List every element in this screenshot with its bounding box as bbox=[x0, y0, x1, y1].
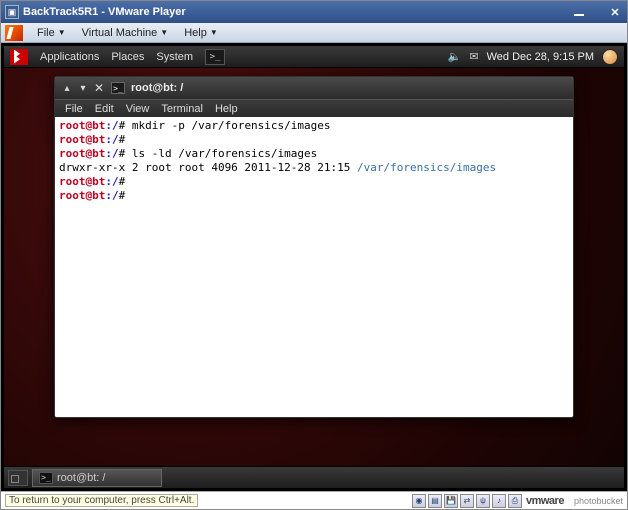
terminal-close-icon[interactable]: ✕ bbox=[91, 81, 107, 95]
gnome-bottom-panel: >_ root@bt: / bbox=[4, 466, 624, 488]
device-hdd-icon[interactable]: ▤ bbox=[428, 494, 442, 508]
vmware-window: ▣ BackTrack5R1 - VMware Player ✕ File▼ V… bbox=[0, 0, 628, 510]
hint-tooltip: To return to your computer, press Ctrl+A… bbox=[5, 494, 198, 507]
device-network-icon[interactable]: ⇄ bbox=[460, 494, 474, 508]
user-icon[interactable] bbox=[602, 49, 618, 65]
clock[interactable]: Wed Dec 28, 9:15 PM bbox=[487, 51, 594, 63]
terminal-menu-dropdown-icon[interactable]: ▴ bbox=[59, 81, 75, 95]
prompt-path: :/ bbox=[105, 119, 118, 132]
terminal-output-path: /var/forensics/images bbox=[357, 161, 496, 174]
show-desktop-icon[interactable] bbox=[8, 470, 28, 486]
guest-viewport: Applications Places System >_ 🔈 ✉ Wed De… bbox=[1, 43, 627, 491]
vmware-titlebar[interactable]: ▣ BackTrack5R1 - VMware Player ✕ bbox=[1, 1, 627, 23]
terminal-icon: >_ bbox=[39, 472, 53, 484]
device-printer-icon[interactable]: ⎙ bbox=[508, 494, 522, 508]
panel-system[interactable]: System bbox=[150, 51, 199, 63]
prompt-path: :/ bbox=[105, 175, 118, 188]
menu-help-label: Help bbox=[184, 27, 207, 39]
vmware-title: BackTrack5R1 - VMware Player bbox=[23, 6, 186, 18]
close-button[interactable]: ✕ bbox=[607, 5, 623, 19]
prompt-user: root@bt bbox=[59, 175, 105, 188]
panel-places[interactable]: Places bbox=[105, 51, 150, 63]
terminal-menu-terminal[interactable]: Terminal bbox=[155, 103, 209, 115]
panel-applications[interactable]: Applications bbox=[34, 51, 105, 63]
terminal-cmd: # mkdir -p /var/forensics/images bbox=[119, 119, 331, 132]
prompt-path: :/ bbox=[105, 133, 118, 146]
vmware-brand-label: vmware bbox=[522, 495, 568, 507]
device-floppy-icon[interactable]: 💾 bbox=[444, 494, 458, 508]
prompt-user: root@bt bbox=[59, 147, 105, 160]
prompt-user: root@bt bbox=[59, 119, 105, 132]
menu-file-label: File bbox=[37, 27, 55, 39]
terminal-menu-help[interactable]: Help bbox=[209, 103, 244, 115]
terminal-cmd: # ls -ld /var/forensics/images bbox=[119, 147, 318, 160]
photobucket-watermark: photobucket bbox=[568, 496, 623, 506]
menu-vm-label: Virtual Machine bbox=[82, 27, 158, 39]
terminal-cmd: # bbox=[119, 133, 126, 146]
menu-file[interactable]: File▼ bbox=[29, 27, 74, 39]
prompt-user: root@bt bbox=[59, 189, 105, 202]
vmware-player-logo-icon[interactable] bbox=[5, 25, 23, 41]
menu-virtual-machine[interactable]: Virtual Machine▼ bbox=[74, 27, 177, 39]
desktop[interactable]: << back | track 5 ▴ ▾ ✕ >_ root@bt: / Fi… bbox=[4, 68, 624, 466]
device-cd-icon[interactable]: ◉ bbox=[412, 494, 426, 508]
mail-icon[interactable]: ✉ bbox=[469, 50, 478, 63]
vmware-menubar: File▼ Virtual Machine▼ Help▼ bbox=[1, 23, 627, 43]
terminal-title: root@bt: / bbox=[129, 82, 183, 94]
terminal-cmd: # bbox=[119, 189, 126, 202]
volume-icon[interactable]: 🔈 bbox=[448, 50, 462, 63]
terminal-output: drwxr-xr-x 2 root root 4096 2011-12-28 2… bbox=[59, 161, 357, 174]
terminal-cmd: # bbox=[119, 175, 126, 188]
system-tray: 🔈 ✉ Wed Dec 28, 9:15 PM bbox=[448, 49, 618, 65]
terminal-window: ▴ ▾ ✕ >_ root@bt: / File Edit View Termi… bbox=[54, 76, 574, 418]
device-sound-icon[interactable]: ♪ bbox=[492, 494, 506, 508]
terminal-menu-edit[interactable]: Edit bbox=[89, 103, 120, 115]
terminal-titlebar[interactable]: ▴ ▾ ✕ >_ root@bt: / bbox=[55, 77, 573, 99]
terminal-icon: >_ bbox=[111, 82, 125, 94]
backtrack-logo-icon[interactable] bbox=[10, 49, 28, 65]
terminal-launcher-icon[interactable]: >_ bbox=[205, 49, 225, 65]
taskbar-entry-label: root@bt: / bbox=[57, 472, 105, 484]
terminal-body[interactable]: root@bt:/# mkdir -p /var/forensics/image… bbox=[55, 117, 573, 417]
prompt-user: root@bt bbox=[59, 133, 105, 146]
guest-screen[interactable]: Applications Places System >_ 🔈 ✉ Wed De… bbox=[4, 46, 624, 488]
terminal-menu-file[interactable]: File bbox=[59, 103, 89, 115]
terminal-menu-view[interactable]: View bbox=[120, 103, 156, 115]
terminal-shade-icon[interactable]: ▾ bbox=[75, 81, 91, 95]
terminal-menubar: File Edit View Terminal Help bbox=[55, 99, 573, 117]
device-usb-icon[interactable]: ψ bbox=[476, 494, 490, 508]
minimize-button[interactable] bbox=[571, 5, 587, 19]
menu-help[interactable]: Help▼ bbox=[176, 27, 226, 39]
gnome-top-panel: Applications Places System >_ 🔈 ✉ Wed De… bbox=[4, 46, 624, 68]
taskbar-entry-terminal[interactable]: >_ root@bt: / bbox=[32, 469, 162, 487]
maximize-button[interactable] bbox=[589, 5, 605, 19]
prompt-path: :/ bbox=[105, 147, 118, 160]
vmware-status-bar: To return to your computer, press Ctrl+A… bbox=[1, 491, 627, 509]
prompt-path: :/ bbox=[105, 189, 118, 202]
vmware-sys-icon[interactable]: ▣ bbox=[5, 5, 19, 19]
vmware-device-icons: ◉ ▤ 💾 ⇄ ψ ♪ ⎙ bbox=[412, 494, 522, 508]
